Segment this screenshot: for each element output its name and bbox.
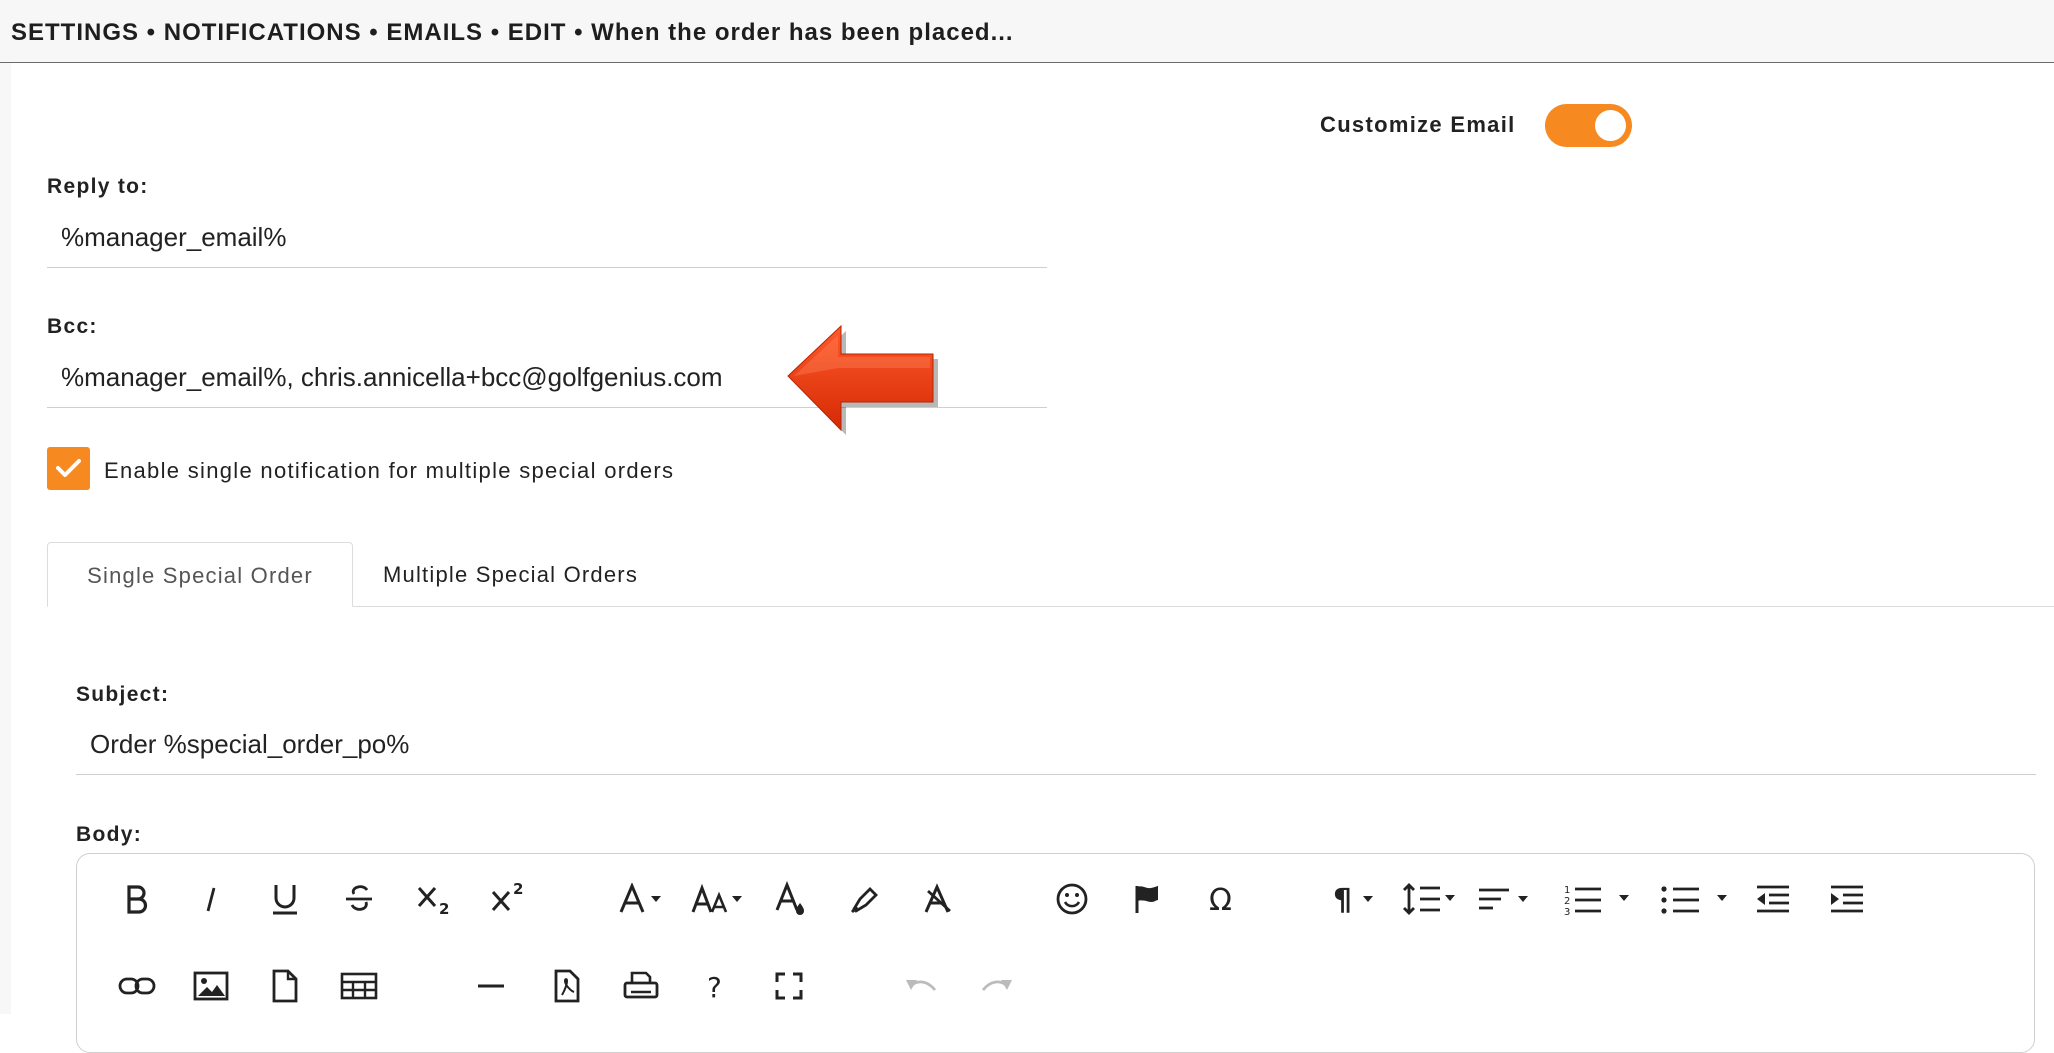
- bcc-label: Bcc:: [47, 315, 98, 339]
- outdent-icon[interactable]: [1753, 877, 1793, 921]
- reply-to-input[interactable]: [47, 208, 1047, 268]
- svg-text:1: 1: [1564, 885, 1570, 896]
- indent-icon[interactable]: [1827, 877, 1867, 921]
- undo-icon[interactable]: [901, 964, 941, 1008]
- single-notification-checkbox[interactable]: [47, 447, 90, 490]
- italic-icon[interactable]: [191, 877, 231, 921]
- breadcrumb: SETTINGS • NOTIFICATIONS • EMAILS • EDIT…: [11, 19, 1014, 47]
- special-characters-icon[interactable]: Ω: [1201, 877, 1241, 921]
- customize-email-toggle[interactable]: [1545, 104, 1632, 147]
- left-gutter: [0, 63, 11, 1014]
- fullscreen-icon[interactable]: [769, 964, 809, 1008]
- breadcrumb-bar: SETTINGS • NOTIFICATIONS • EMAILS • EDIT…: [0, 0, 2054, 63]
- svg-text:2: 2: [513, 882, 523, 898]
- insert-table-icon[interactable]: [339, 964, 379, 1008]
- subscript-icon[interactable]: 2: [413, 877, 457, 921]
- font-size-icon[interactable]: [689, 877, 751, 921]
- insert-image-icon[interactable]: [191, 964, 231, 1008]
- svg-text:¶: ¶: [1333, 883, 1352, 915]
- align-icon[interactable]: [1475, 877, 1537, 921]
- superscript-icon[interactable]: 2: [487, 877, 531, 921]
- bold-icon[interactable]: [117, 877, 157, 921]
- tab-multiple-special-orders[interactable]: Multiple Special Orders: [383, 542, 638, 607]
- subject-label: Subject:: [76, 683, 169, 707]
- svg-text:Ω: Ω: [1209, 883, 1232, 915]
- checkmark-icon: [56, 458, 81, 478]
- svg-text:3: 3: [1564, 907, 1570, 916]
- font-family-icon[interactable]: [615, 877, 671, 921]
- body-editor[interactable]: 2 2 Ω ¶ 123: [76, 853, 2035, 1053]
- line-height-icon[interactable]: [1399, 877, 1461, 921]
- single-notification-label: Enable single notification for multiple …: [104, 458, 674, 484]
- redo-icon[interactable]: [977, 964, 1017, 1008]
- underline-icon[interactable]: [265, 877, 305, 921]
- red-arrow-icon: [780, 318, 950, 445]
- unordered-list-icon[interactable]: [1657, 877, 1737, 921]
- svg-text:?: ?: [707, 971, 722, 1002]
- customize-email-label: Customize Email: [1320, 112, 1516, 138]
- insert-link-icon[interactable]: [115, 964, 159, 1008]
- emoticons-icon[interactable]: [1052, 877, 1092, 921]
- help-icon[interactable]: ?: [695, 964, 735, 1008]
- tab-single-special-order[interactable]: Single Special Order: [47, 542, 353, 607]
- text-color-icon[interactable]: [771, 877, 811, 921]
- horizontal-line-icon[interactable]: [471, 964, 511, 1008]
- toggle-knob: [1595, 110, 1626, 141]
- reply-to-label: Reply to:: [47, 175, 149, 199]
- paragraph-format-icon[interactable]: ¶: [1329, 877, 1385, 921]
- background-color-icon[interactable]: [845, 877, 885, 921]
- pdf-icon[interactable]: [547, 964, 587, 1008]
- subject-input[interactable]: [76, 715, 2036, 775]
- strikethrough-icon[interactable]: [339, 877, 379, 921]
- clear-formatting-icon[interactable]: [919, 877, 959, 921]
- print-icon[interactable]: [621, 964, 661, 1008]
- svg-text:2: 2: [439, 900, 449, 916]
- insert-file-icon[interactable]: [265, 964, 305, 1008]
- ordered-list-icon[interactable]: 123: [1559, 877, 1639, 921]
- svg-text:2: 2: [1564, 896, 1570, 907]
- flag-icon[interactable]: [1127, 877, 1167, 921]
- body-label: Body:: [76, 823, 142, 847]
